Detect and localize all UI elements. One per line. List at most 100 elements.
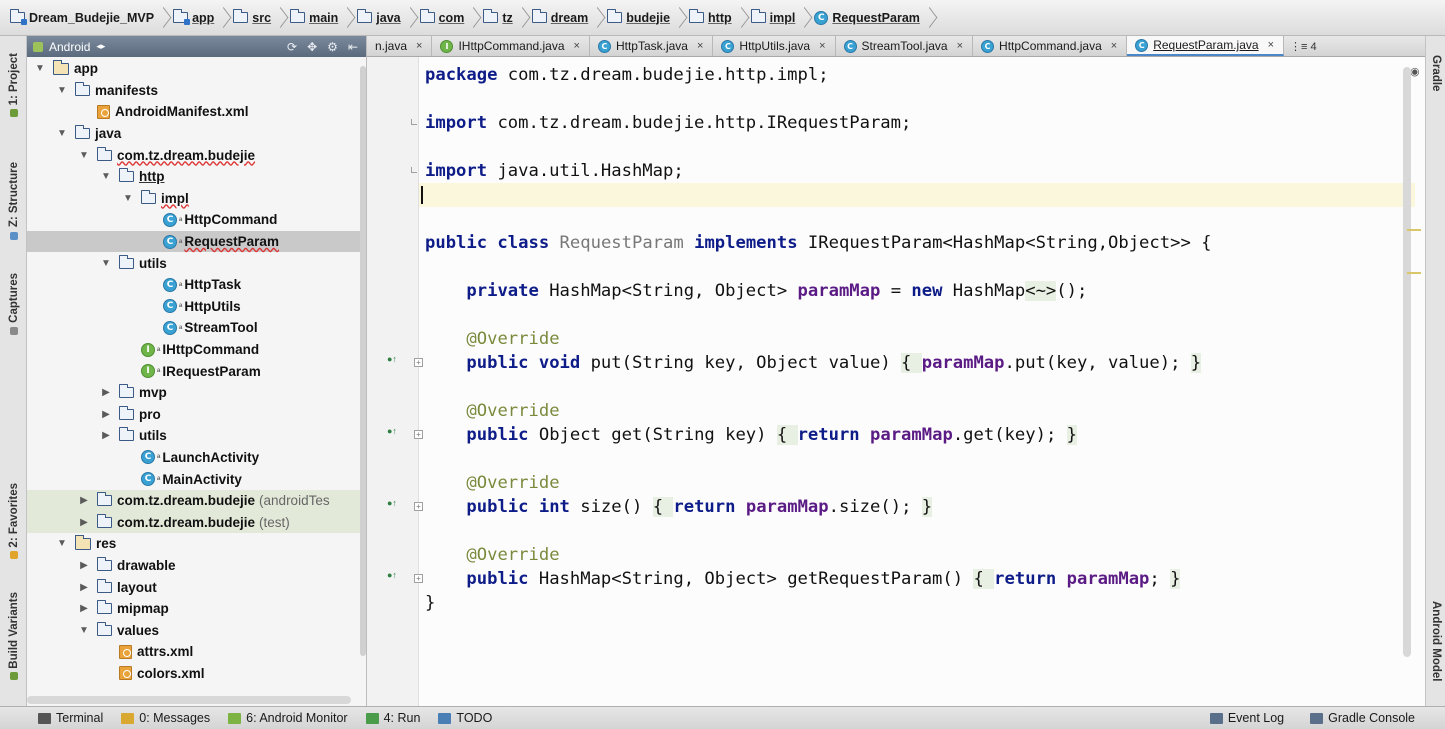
tab-overflow-menu[interactable]: ⋮≡ 4 xyxy=(1284,36,1323,56)
tool-tab-gradle[interactable]: Gradle xyxy=(1426,38,1445,108)
breadcrumb-item[interactable]: src xyxy=(233,9,276,25)
breadcrumb-item[interactable]: tz xyxy=(483,9,517,25)
inspection-eye-icon[interactable]: ◉ xyxy=(1410,65,1420,78)
bottom-tool-run[interactable]: 4: Run xyxy=(365,711,420,725)
hide-panel-icon[interactable]: ⇤ xyxy=(348,40,358,54)
expanded-arrow-icon[interactable]: ▼ xyxy=(99,171,113,182)
code-line[interactable]: @Override xyxy=(425,543,559,567)
tree-file[interactable]: AndroidManifest.xml xyxy=(27,101,366,123)
fold-toggle-icon[interactable]: + xyxy=(414,502,423,511)
tree-file[interactable]: Iᵃ IRequestParam xyxy=(27,360,366,382)
code-line[interactable]: import java.util.HashMap; xyxy=(425,159,684,183)
tree-folder[interactable]: ▼ values xyxy=(27,619,366,641)
tool-tab-android-model[interactable]: Android Model xyxy=(1426,581,1445,701)
fold-toggle-icon[interactable]: + xyxy=(414,430,423,439)
collapsed-arrow-icon[interactable]: ▶ xyxy=(99,409,113,420)
expanded-arrow-icon[interactable]: ▼ xyxy=(77,150,91,161)
implements-method-icon[interactable]: ●↑ xyxy=(387,570,397,580)
code-line[interactable]: public class RequestParam implements IRe… xyxy=(425,231,1212,255)
breadcrumb-item[interactable]: main xyxy=(290,9,343,25)
implements-method-icon[interactable]: ●↑ xyxy=(387,498,397,508)
editor-tab[interactable]: C RequestParam.java × xyxy=(1127,36,1285,56)
tree-folder[interactable]: ▶ mipmap xyxy=(27,598,366,620)
bottom-tool-event-log[interactable]: Event Log xyxy=(1209,711,1284,725)
tree-folder[interactable]: ▶ com.tz.dream.budejie (test) xyxy=(27,511,366,534)
bottom-tool-gradle-console[interactable]: Gradle Console xyxy=(1310,711,1415,725)
sync-icon[interactable]: ⟳ xyxy=(287,40,297,54)
tree-file[interactable]: attrs.xml xyxy=(27,641,366,663)
implements-method-icon[interactable]: ●↑ xyxy=(387,354,397,364)
breadcrumb-item[interactable]: impl xyxy=(750,9,801,25)
tool-tab-project[interactable]: 1: Project xyxy=(0,40,27,130)
code-line[interactable]: @Override xyxy=(425,471,559,495)
tree-folder[interactable]: ▶ pro xyxy=(27,404,366,426)
tree-file[interactable]: Cᵃ HttpUtils xyxy=(27,296,366,318)
collapsed-arrow-icon[interactable]: ▶ xyxy=(77,582,91,593)
project-horizontal-scrollbar[interactable] xyxy=(27,696,351,704)
code-line[interactable]: public Object get(String key) { return p… xyxy=(425,423,1077,447)
code-line[interactable]: private HashMap<String, Object> paramMap… xyxy=(425,279,1087,303)
collapsed-arrow-icon[interactable]: ▶ xyxy=(77,560,91,571)
implements-method-icon[interactable]: ●↑ xyxy=(387,426,397,436)
expanded-arrow-icon[interactable]: ▼ xyxy=(55,128,69,139)
editor-tab[interactable]: C HttpTask.java × xyxy=(590,36,714,56)
tree-folder[interactable]: ▶ mvp xyxy=(27,382,366,404)
collapsed-arrow-icon[interactable]: ▶ xyxy=(77,517,91,528)
expanded-arrow-icon[interactable]: ▼ xyxy=(77,625,91,636)
bottom-tool-terminal[interactable]: Terminal xyxy=(38,711,103,725)
editor-vertical-scrollbar[interactable] xyxy=(1403,67,1411,657)
code-line[interactable]: public void put(String key, Object value… xyxy=(425,351,1202,375)
tree-folder[interactable]: ▶ layout xyxy=(27,576,366,598)
tree-folder[interactable]: ▼ http xyxy=(27,166,366,188)
tree-folder[interactable]: ▼ java xyxy=(27,123,366,145)
collapse-all-icon[interactable]: ✥ xyxy=(307,40,317,54)
tree-folder[interactable]: ▼ impl xyxy=(27,188,366,210)
close-icon[interactable]: × xyxy=(957,40,963,52)
fold-toggle-icon[interactable]: + xyxy=(414,574,423,583)
code-line[interactable]: @Override xyxy=(425,327,559,351)
tree-file[interactable]: Cᵃ LaunchActivity xyxy=(27,447,366,469)
tool-tab-favorites[interactable]: 2: Favorites xyxy=(0,476,27,566)
tool-tab-build-variants[interactable]: Build Variants xyxy=(0,581,27,691)
fold-marker-icon[interactable] xyxy=(411,167,417,173)
collapsed-arrow-icon[interactable]: ▶ xyxy=(77,603,91,614)
code-line[interactable]: public HashMap<String, Object> getReques… xyxy=(425,567,1181,591)
close-icon[interactable]: × xyxy=(819,40,825,52)
breadcrumb-item[interactable]: com xyxy=(419,9,470,25)
tree-file[interactable]: Iᵃ IHttpCommand xyxy=(27,339,366,361)
close-icon[interactable]: × xyxy=(1268,39,1274,51)
expanded-arrow-icon[interactable]: ▼ xyxy=(121,193,135,204)
editor-tab[interactable]: C HttpCommand.java × xyxy=(973,36,1128,56)
editor-tab[interactable]: n.java × xyxy=(367,36,433,56)
code-line[interactable]: import com.tz.dream.budejie.http.IReques… xyxy=(425,111,911,135)
editor-tab[interactable]: C StreamTool.java × xyxy=(836,36,974,56)
tree-file[interactable]: Cᵃ StreamTool xyxy=(27,317,366,339)
gear-icon[interactable]: ⚙ xyxy=(327,40,338,54)
tree-folder[interactable]: ▼ com.tz.dream.budejie xyxy=(27,144,366,166)
collapsed-arrow-icon[interactable]: ▶ xyxy=(77,495,91,506)
bottom-tool-messages[interactable]: 0: Messages xyxy=(121,711,210,725)
expanded-arrow-icon[interactable]: ▼ xyxy=(99,258,113,269)
fold-toggle-icon[interactable]: + xyxy=(414,358,423,367)
tree-folder[interactable]: ▶ drawable xyxy=(27,555,366,577)
expanded-arrow-icon[interactable]: ▼ xyxy=(55,85,69,96)
code-line[interactable]: } xyxy=(425,591,435,615)
breadcrumb-item[interactable]: http xyxy=(689,9,737,25)
tool-tab-captures[interactable]: Captures xyxy=(0,264,27,344)
tree-folder[interactable]: ▼ app xyxy=(27,58,366,80)
fold-marker-icon[interactable] xyxy=(411,119,417,125)
expanded-arrow-icon[interactable]: ▼ xyxy=(33,63,47,74)
bottom-tool-android-monitor[interactable]: 6: Android Monitor xyxy=(228,711,348,725)
breadcrumb-item[interactable]: dream xyxy=(531,9,594,25)
editor-gutter[interactable]: ●↑ + ●↑ + ●↑ + ●↑ + xyxy=(367,57,423,706)
bottom-tool-todo[interactable]: TODO xyxy=(438,711,492,725)
tree-folder[interactable]: ▶ utils xyxy=(27,425,366,447)
scroll-marker[interactable] xyxy=(1407,272,1421,274)
scroll-marker[interactable] xyxy=(1407,229,1421,231)
editor-tab[interactable]: C HttpUtils.java × xyxy=(713,36,836,56)
code-line[interactable]: @Override xyxy=(425,399,559,423)
close-icon[interactable]: × xyxy=(416,40,422,52)
close-icon[interactable]: × xyxy=(574,40,580,52)
code-editor[interactable]: ●↑ + ●↑ + ●↑ + ●↑ + package com.tz.dream.budeji… xyxy=(367,57,1425,706)
code-line[interactable]: package com.tz.dream.budejie.http.impl; xyxy=(425,63,829,87)
